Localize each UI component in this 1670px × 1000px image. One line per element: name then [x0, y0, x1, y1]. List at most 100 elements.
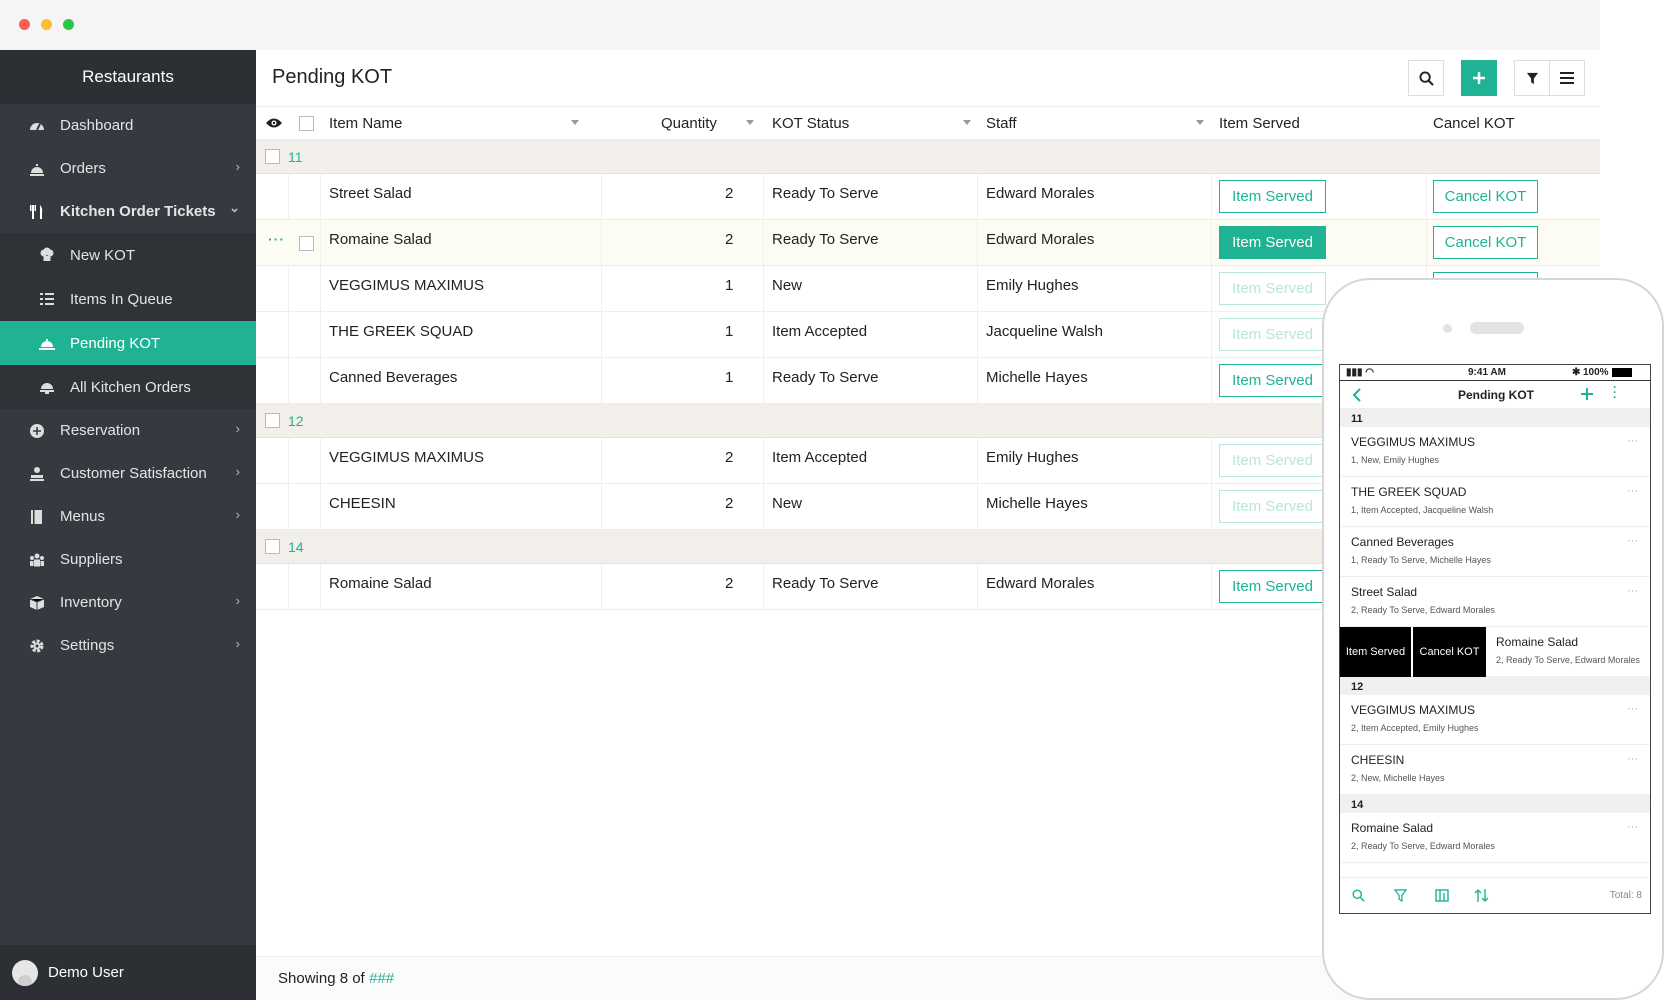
plus-icon: [1473, 72, 1485, 84]
sort-icon[interactable]: [1196, 120, 1204, 125]
sidebar-item-all-kitchen-orders[interactable]: All Kitchen Orders: [0, 365, 256, 409]
more-options-icon[interactable]: ···: [1627, 435, 1638, 447]
column-header-kot-status[interactable]: KOT Status: [772, 115, 849, 132]
sidebar-item-orders[interactable]: Orders ›: [0, 147, 256, 190]
staff: Emily Hughes: [986, 277, 1079, 294]
item-served-button[interactable]: Item Served: [1219, 226, 1326, 259]
phone-list-item[interactable]: Street Salad 2, Ready To Serve, Edward Mo…: [1340, 577, 1650, 627]
row-checkbox[interactable]: [299, 236, 314, 251]
phone-list-item[interactable]: Canned Beverages 1, Ready To Serve, Miche…: [1340, 527, 1650, 577]
plus-icon[interactable]: [1580, 387, 1594, 401]
sidebar-item-dashboard[interactable]: Dashboard: [0, 104, 256, 147]
page-title: Pending KOT: [272, 66, 393, 88]
menu-book-icon: [28, 508, 46, 526]
column-header-item-name[interactable]: Item Name: [329, 115, 402, 132]
chevron-right-icon: ›: [235, 507, 240, 522]
column-header-cancel-kot: Cancel KOT: [1433, 115, 1515, 132]
more-options-icon[interactable]: ···: [1627, 753, 1638, 765]
cancel-kot-button[interactable]: Cancel KOT: [1433, 226, 1538, 259]
user-profile[interactable]: Demo User: [0, 945, 256, 1000]
sidebar-item-items-in-queue[interactable]: Items In Queue: [0, 277, 256, 321]
filter-button[interactable]: [1514, 60, 1550, 96]
orders-icon: [28, 160, 46, 178]
more-options-icon[interactable]: ···: [1627, 535, 1638, 547]
group-checkbox[interactable]: [265, 413, 280, 428]
sort-icon[interactable]: [571, 120, 579, 125]
columns-icon[interactable]: [1435, 889, 1449, 902]
select-all-checkbox[interactable]: [299, 116, 314, 131]
sidebar-item-kitchen-order-tickets[interactable]: Kitchen Order Tickets ⌄: [0, 190, 256, 233]
item-name: VEGGIMUS MAXIMUS: [329, 449, 485, 466]
phone-list-item[interactable]: CHEESIN 2, New, Michelle Hayes ···: [1340, 745, 1650, 795]
quantity: 1: [725, 323, 734, 340]
table-header: Item Name Quantity KOT Status Staff Item…: [256, 106, 1600, 140]
sidebar-item-suppliers[interactable]: Suppliers: [0, 538, 256, 581]
phone-swiped-list-item[interactable]: Item Served Cancel KOT Romaine Salad 2, …: [1340, 627, 1650, 677]
column-header-staff[interactable]: Staff: [986, 115, 1017, 132]
eye-icon[interactable]: [266, 117, 282, 129]
item-served-button[interactable]: Item Served: [1219, 490, 1326, 523]
maximize-window-button[interactable]: [63, 19, 74, 30]
more-options-icon[interactable]: ···: [1627, 821, 1638, 833]
column-header-quantity[interactable]: Quantity: [661, 115, 717, 132]
more-options-icon[interactable]: ···: [1627, 703, 1638, 715]
sort-icon[interactable]: [1474, 888, 1489, 903]
more-vertical-icon[interactable]: · · ·: [1613, 381, 1617, 403]
more-options-icon[interactable]: ···: [1627, 485, 1638, 497]
item-served-button[interactable]: Item Served: [1219, 318, 1326, 351]
signal-wifi-icon: ▮▮▮ ◠: [1346, 367, 1375, 378]
minimize-window-button[interactable]: [41, 19, 52, 30]
filter-icon: [1526, 72, 1538, 84]
sidebar: Restaurants Dashboard Orders › Kitchen O…: [0, 50, 256, 1000]
phone-list-item[interactable]: VEGGIMUS MAXIMUS 2, Item Accepted, Emily …: [1340, 695, 1650, 745]
kot-status: Ready To Serve: [772, 369, 879, 386]
phone-bottom-toolbar: Total: 8: [1340, 877, 1650, 913]
filter-icon[interactable]: [1394, 889, 1407, 902]
menu-button[interactable]: [1549, 60, 1585, 96]
item-served-button[interactable]: Item Served: [1219, 364, 1326, 397]
close-window-button[interactable]: [19, 19, 30, 30]
more-options-icon[interactable]: ···: [1627, 585, 1638, 597]
sort-icon[interactable]: [746, 120, 754, 125]
sidebar-item-new-kot[interactable]: New KOT: [0, 233, 256, 277]
phone-list-item[interactable]: Romaine Salad 2, Ready To Serve, Edward M…: [1340, 813, 1650, 863]
chevron-right-icon: ›: [235, 159, 240, 174]
swipe-cancel-kot-button[interactable]: Cancel KOT: [1413, 627, 1486, 677]
table-row[interactable]: Street Salad 2 Ready To Serve Edward Mor…: [256, 174, 1600, 220]
user-name: Demo User: [48, 964, 124, 981]
phone-screen: ▮▮▮ ◠ 9:41 AM ✱ 100% Pending KOT · · · 11 …: [1339, 364, 1651, 914]
swipe-item-served-button[interactable]: Item Served: [1340, 627, 1411, 677]
sidebar-item-label: Reservation: [60, 422, 141, 439]
phone-speaker: [1470, 322, 1524, 334]
group-checkbox[interactable]: [265, 149, 280, 164]
phone-group-header: 12: [1340, 677, 1650, 695]
sidebar-item-inventory[interactable]: Inventory ›: [0, 581, 256, 624]
item-served-button[interactable]: Item Served: [1219, 444, 1326, 477]
table-row[interactable]: ··· Romaine Salad 2 Ready To Serve Edwar…: [256, 220, 1600, 266]
sidebar-item-menus[interactable]: Menus ›: [0, 495, 256, 538]
sidebar-item-settings[interactable]: Settings ›: [0, 624, 256, 667]
sidebar-item-label: Inventory: [60, 594, 122, 611]
item-served-button[interactable]: Item Served: [1219, 570, 1326, 603]
item-name: CHEESIN: [329, 495, 396, 512]
sidebar-item-pending-kot[interactable]: Pending KOT: [0, 321, 256, 365]
item-name: Street Salad: [329, 185, 412, 202]
search-button[interactable]: [1408, 60, 1444, 96]
kot-status: Ready To Serve: [772, 575, 879, 592]
sidebar-item-label: Kitchen Order Tickets: [60, 203, 216, 220]
battery-icon: [1612, 368, 1632, 377]
sidebar-item-label: Customer Satisfaction: [60, 465, 207, 482]
more-options-icon[interactable]: ···: [268, 231, 285, 247]
add-button[interactable]: [1461, 60, 1497, 96]
group-checkbox[interactable]: [265, 539, 280, 554]
cancel-kot-button[interactable]: Cancel KOT: [1433, 180, 1538, 213]
sort-icon[interactable]: [963, 120, 971, 125]
sidebar-item-reservation[interactable]: Reservation ›: [0, 409, 256, 452]
sidebar-item-customer-satisfaction[interactable]: Customer Satisfaction ›: [0, 452, 256, 495]
search-icon[interactable]: [1352, 889, 1365, 902]
phone-list-item[interactable]: VEGGIMUS MAXIMUS 1, New, Emily Hughes ···: [1340, 427, 1650, 477]
item-served-button[interactable]: Item Served: [1219, 272, 1326, 305]
phone-list-item[interactable]: THE GREEK SQUAD 1, Item Accepted, Jacquel…: [1340, 477, 1650, 527]
group-row: 11: [256, 140, 1600, 174]
item-served-button[interactable]: Item Served: [1219, 180, 1326, 213]
